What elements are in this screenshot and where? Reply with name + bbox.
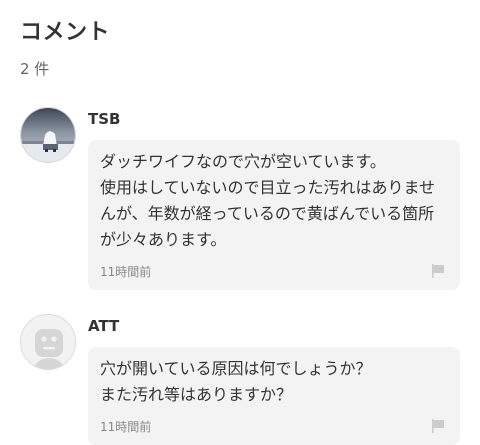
comment-footer: 11時間前	[100, 262, 446, 280]
comment-text: ダッチワイフなので穴が空いています。 使用はしていないので目立った汚れはありませ…	[100, 152, 436, 249]
comment-body: TSB ダッチワイフなので穴が空いています。 使用はしていないので目立った汚れは…	[88, 107, 462, 290]
comment-body: ATT 穴が開いている原因は何でしょうか？ また汚れ等はありますか？ 11時間前	[88, 314, 462, 445]
username[interactable]: TSB	[88, 110, 462, 130]
comment-bubble: ダッチワイフなので穴が空いています。 使用はしていないので目立った汚れはありませ…	[88, 140, 460, 290]
snow-car-photo-icon	[21, 108, 75, 162]
comment-timestamp: 11時間前	[100, 264, 152, 279]
comment-timestamp: 11時間前	[100, 419, 152, 434]
avatar-tsb[interactable]	[20, 107, 76, 163]
section-title: コメント	[20, 20, 111, 45]
comments-section: コメント 2 件 TSB ダッチワイフなので穴が空いています。 使用はしていない…	[0, 0, 480, 445]
comment-footer: 11時間前	[100, 417, 446, 435]
comment-count: 2 件	[20, 60, 50, 78]
comment-text: 穴が開いている原因は何でしょうか？ また汚れ等はありますか？	[100, 359, 372, 404]
comment-item: ATT 穴が開いている原因は何でしょうか？ また汚れ等はありますか？ 11時間前	[20, 314, 462, 445]
avatar-att[interactable]	[20, 314, 76, 370]
comment-item: TSB ダッチワイフなので穴が空いています。 使用はしていないので目立った汚れは…	[20, 107, 462, 290]
comment-bubble: 穴が開いている原因は何でしょうか？ また汚れ等はありますか？ 11時間前	[88, 347, 460, 445]
flag-icon[interactable]	[430, 418, 446, 434]
default-user-icon	[21, 315, 75, 369]
flag-icon[interactable]	[430, 263, 446, 279]
username[interactable]: ATT	[88, 317, 462, 337]
